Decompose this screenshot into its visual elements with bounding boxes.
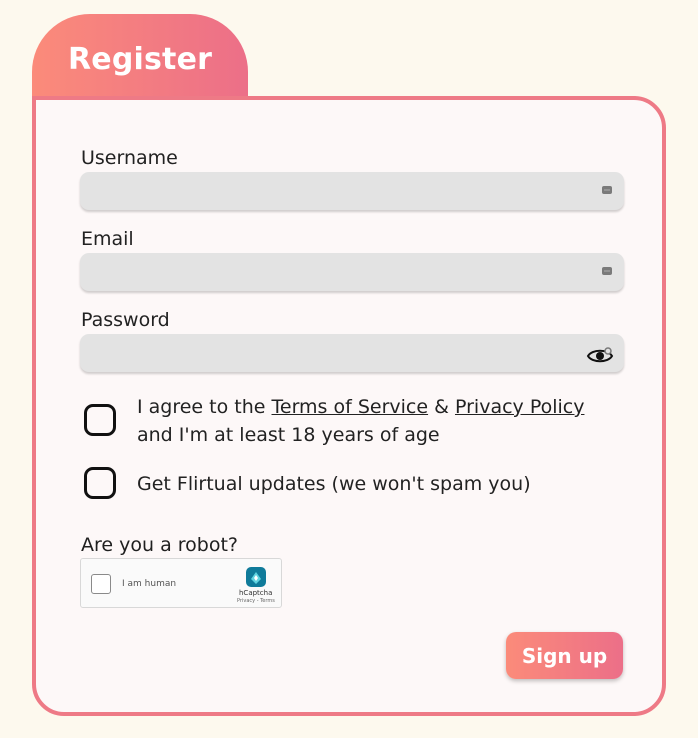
username-label: Username bbox=[81, 147, 178, 169]
eye-icon[interactable] bbox=[586, 345, 614, 365]
captcha-links[interactable]: Privacy - Terms bbox=[237, 598, 275, 604]
password-label: Password bbox=[81, 309, 170, 331]
captcha-brand: hCaptcha bbox=[239, 589, 273, 597]
terms-of-service-link[interactable]: Terms of Service bbox=[272, 396, 429, 418]
email-field[interactable] bbox=[80, 253, 624, 291]
dots-icon[interactable] bbox=[602, 267, 612, 275]
terms-suffix: and I'm at least 18 years of age bbox=[137, 424, 440, 446]
captcha-widget[interactable]: I am human hCaptcha Privacy - Terms bbox=[80, 558, 282, 608]
sign-up-button[interactable]: Sign up bbox=[506, 632, 623, 679]
robot-label: Are you a robot? bbox=[81, 534, 238, 556]
page-title: Register bbox=[68, 42, 213, 77]
updates-checkbox[interactable] bbox=[84, 467, 116, 499]
updates-label: Get Flirtual updates (we won't spam you) bbox=[137, 473, 531, 495]
privacy-policy-link[interactable]: Privacy Policy bbox=[455, 396, 584, 418]
captcha-checkbox[interactable] bbox=[91, 574, 111, 594]
dots-icon[interactable] bbox=[602, 186, 612, 194]
captcha-label: I am human bbox=[122, 579, 177, 589]
terms-prefix: I agree to the bbox=[137, 396, 272, 418]
terms-and: & bbox=[428, 396, 455, 418]
terms-checkbox[interactable] bbox=[84, 404, 116, 436]
username-field[interactable] bbox=[80, 172, 624, 210]
hcaptcha-logo bbox=[246, 567, 266, 587]
email-label: Email bbox=[81, 228, 134, 250]
password-field[interactable] bbox=[80, 334, 624, 372]
terms-label: I agree to the Terms of Service & Privac… bbox=[137, 393, 607, 449]
